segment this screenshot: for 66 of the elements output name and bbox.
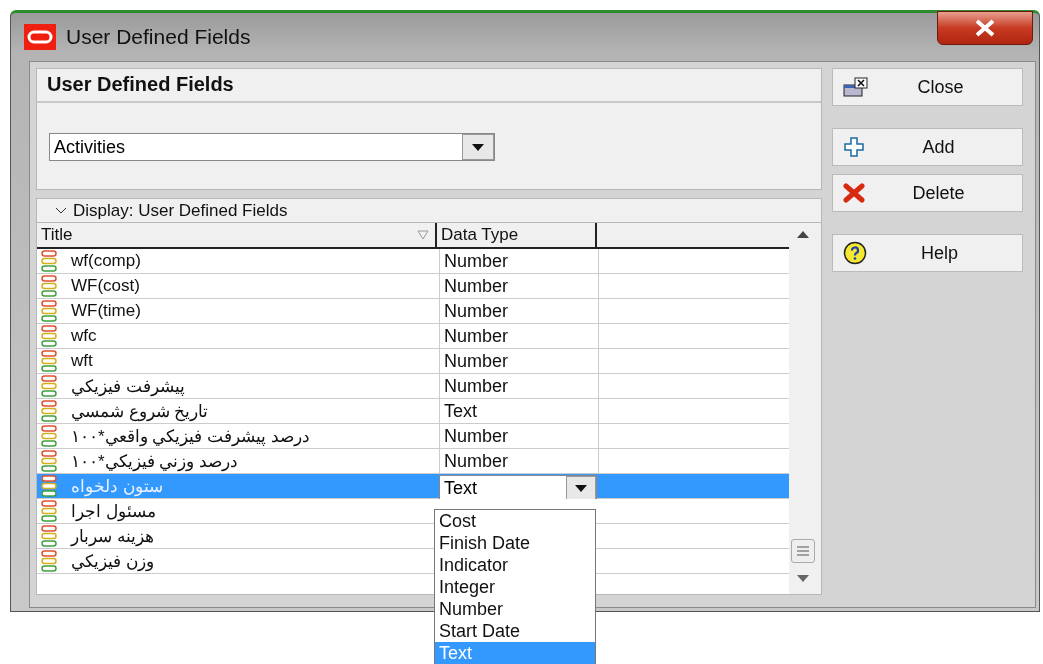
field-icon bbox=[41, 500, 57, 522]
table-cell: Number bbox=[439, 249, 599, 273]
field-title: ستون دلخواه bbox=[71, 475, 163, 497]
table-row[interactable]: wft Number bbox=[37, 349, 789, 374]
field-title: پيشرفت فيزيكي bbox=[71, 375, 185, 397]
subject-dropdown[interactable]: Activities bbox=[49, 133, 495, 161]
field-title: مسئول اجرا bbox=[71, 500, 156, 522]
field-icon bbox=[41, 425, 57, 447]
field-icon bbox=[41, 450, 57, 472]
field-title: wf(comp) bbox=[71, 251, 141, 271]
field-icon bbox=[41, 550, 57, 572]
grip-icon bbox=[797, 546, 809, 556]
field-title: وزن فيزيكي bbox=[71, 550, 154, 572]
table-cell: Number bbox=[439, 349, 599, 373]
table-cell: Number bbox=[439, 424, 599, 448]
table-cell: Number bbox=[439, 374, 599, 398]
table-cell: Number bbox=[439, 449, 599, 473]
scroll-up-icon bbox=[797, 231, 809, 238]
help-icon bbox=[843, 241, 867, 265]
caret-icon bbox=[472, 143, 484, 151]
field-title: هزينه سربار bbox=[71, 525, 154, 547]
field-icon bbox=[41, 350, 57, 372]
help-button[interactable]: Help bbox=[832, 234, 1023, 272]
field-icon bbox=[41, 525, 57, 547]
close-icon bbox=[974, 19, 996, 37]
caret-icon bbox=[575, 485, 587, 492]
table-row[interactable]: wf(comp) Number bbox=[37, 249, 789, 274]
table-row[interactable]: WF(cost) Number bbox=[37, 274, 789, 299]
field-title: WF(cost) bbox=[71, 276, 140, 296]
field-title: درصد وزني فيزيكي*١٠٠ bbox=[71, 450, 239, 472]
field-icon bbox=[41, 325, 57, 347]
dropdown-button[interactable] bbox=[566, 476, 596, 501]
delete-icon bbox=[843, 183, 865, 203]
field-title: درصد پيشرفت فيزيكي واقعي*١٠٠ bbox=[71, 425, 310, 447]
field-icon bbox=[41, 300, 57, 322]
scroll-thumb[interactable] bbox=[791, 539, 815, 563]
table-cell: Number bbox=[439, 299, 599, 323]
field-icon bbox=[41, 475, 57, 497]
close-button[interactable] bbox=[937, 11, 1033, 45]
field-title: تاريخ شروع شمسي bbox=[71, 400, 209, 422]
sort-icon bbox=[417, 230, 429, 240]
field-title: WF(time) bbox=[71, 301, 141, 321]
table-row[interactable]: WF(time) Number bbox=[37, 299, 789, 324]
add-button[interactable]: Add bbox=[832, 128, 1023, 166]
table-cell: Number bbox=[439, 274, 599, 298]
plus-icon bbox=[843, 136, 865, 158]
field-title: wft bbox=[71, 351, 93, 371]
app-logo bbox=[24, 24, 56, 50]
column-header[interactable]: Data Type bbox=[437, 223, 597, 247]
field-title: wfc bbox=[71, 326, 97, 346]
table-row[interactable]: wfc Number bbox=[37, 324, 789, 349]
scroll-down-icon bbox=[797, 575, 809, 582]
table-cell: Number bbox=[439, 324, 599, 348]
window-title: User Defined Fields bbox=[66, 25, 252, 49]
panel-heading: User Defined Fields bbox=[37, 69, 821, 103]
chevron-icon bbox=[55, 206, 67, 215]
column-header[interactable]: Title bbox=[37, 223, 437, 247]
field-icon bbox=[41, 250, 57, 272]
field-icon bbox=[41, 275, 57, 297]
dropdown-button[interactable] bbox=[462, 134, 494, 160]
table-cell: Text bbox=[439, 399, 599, 423]
close-button[interactable]: Close bbox=[832, 68, 1023, 106]
close-window-icon bbox=[843, 77, 869, 97]
delete-button[interactable]: Delete bbox=[832, 174, 1023, 212]
field-icon bbox=[41, 400, 57, 422]
field-icon bbox=[41, 375, 57, 397]
